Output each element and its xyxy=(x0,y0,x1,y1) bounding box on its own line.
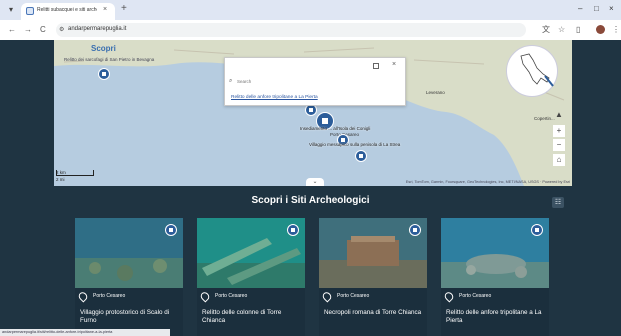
location-pin-icon xyxy=(76,290,90,303)
location-pin-icon xyxy=(198,290,212,303)
profile-icon[interactable] xyxy=(596,25,605,34)
scale-mi-label: 2 mi xyxy=(56,177,65,182)
maximize-button[interactable]: □ xyxy=(594,4,599,13)
site-type-icon xyxy=(287,224,299,236)
card-location: Porto Cesareo xyxy=(75,288,183,305)
card-location-text: Porto Cesareo xyxy=(215,293,248,299)
italy-outline-icon xyxy=(520,53,554,87)
map-pin[interactable] xyxy=(98,68,110,80)
tab-favicon-icon xyxy=(26,7,34,15)
expand-icon[interactable] xyxy=(373,63,379,69)
pin-label-insediamento: Insediamento ... all'Isola dei Conigli xyxy=(300,126,371,131)
section-title: Scopri i Siti Archeologici xyxy=(251,195,370,206)
card-location-text: Porto Cesareo xyxy=(459,293,492,299)
card-location: Porto Cesareo xyxy=(319,288,427,305)
pin-label-villaggio: Villaggio messapico sulla penisola di La… xyxy=(309,142,401,147)
map-scale-bar: 2 km 2 mi xyxy=(54,170,96,186)
card-location: Porto Cesareo xyxy=(197,288,305,305)
site-info-icon[interactable]: ⚙ xyxy=(59,26,64,33)
compass-icon[interactable]: ▲ xyxy=(553,109,565,121)
site-card[interactable]: Porto Cesareo Relitto delle colonne di T… xyxy=(197,218,305,336)
status-bar-url: andarpermarepuglia.it/siti/relitto-delle… xyxy=(0,329,170,336)
map-attribution: Esri, TomTom, Garmin, Foursquare, GeoTec… xyxy=(405,180,570,184)
search-result-link[interactable]: Relitto delle anfore tripolitane a La Pi… xyxy=(231,95,318,100)
site-type-icon xyxy=(165,224,177,236)
scale-line xyxy=(56,170,94,176)
site-type-icon xyxy=(531,224,543,236)
star-icon[interactable]: ☆ xyxy=(558,25,565,35)
browser-tab[interactable]: Relitti subacquei e siti archeologici × xyxy=(21,3,115,20)
overview-minimap[interactable] xyxy=(506,45,558,97)
minimize-button[interactable]: – xyxy=(578,4,582,13)
location-pin-icon xyxy=(442,290,456,303)
forward-button[interactable]: → xyxy=(24,25,32,35)
close-window-button[interactable]: × xyxy=(609,4,614,13)
map-title: Scopri xyxy=(91,44,116,53)
translate-icon[interactable]: 文 xyxy=(542,25,550,35)
site-type-icon xyxy=(409,224,421,236)
site-card[interactable]: Porto Cesareo Villaggio protostorico di … xyxy=(75,218,183,336)
address-bar-row: ← → C ⚙ andarpermarepuglia.it 文 ☆ ▯ ⋮ xyxy=(0,20,621,40)
url-field[interactable]: ⚙ andarpermarepuglia.it xyxy=(56,23,526,37)
chevron-down-icon[interactable]: ⌄ xyxy=(306,178,324,186)
tab-search-icon[interactable]: ▾ xyxy=(6,5,16,15)
grid-view-icon[interactable]: ☷ xyxy=(552,197,564,208)
map-subtitle: Relitto dei sarcofagi di San Pietro in B… xyxy=(64,57,155,62)
place-label-copertino: Copertin... xyxy=(534,116,555,121)
map-view[interactable]: Scopri Relitto dei sarcofagi di San Piet… xyxy=(54,40,572,186)
place-label-leverano: Leverano xyxy=(426,90,445,95)
site-card[interactable]: Porto Cesareo Relitto delle anfore tripo… xyxy=(441,218,549,336)
url-text: andarpermarepuglia.it xyxy=(68,26,127,32)
card-title: Necropoli romana di Torre Chianca xyxy=(319,305,427,336)
map-search-popup: × ⌕ Relitto delle anfore tripolitane a L… xyxy=(224,57,406,106)
back-button[interactable]: ← xyxy=(8,25,16,35)
home-button[interactable]: ⌂ xyxy=(553,154,565,166)
reload-button[interactable]: C xyxy=(40,25,46,35)
card-location-text: Porto Cesareo xyxy=(93,293,126,299)
map-search-input[interactable] xyxy=(237,78,387,85)
card-location: Porto Cesareo xyxy=(441,288,549,305)
zoom-in-button[interactable]: + xyxy=(553,125,565,137)
popup-close-icon[interactable]: × xyxy=(392,61,396,68)
search-icon: ⌕ xyxy=(229,78,233,84)
zoom-out-button[interactable]: − xyxy=(553,139,565,151)
new-tab-button[interactable]: + xyxy=(121,3,127,14)
menu-icon[interactable]: ⋮ xyxy=(612,25,620,35)
tab-title: Relitti subacquei e siti archeologici xyxy=(37,7,97,13)
card-title: Relitto delle colonne di Torre Chianca xyxy=(197,305,305,336)
card-title: Relitto delle anfore tripolitane a La Pi… xyxy=(441,305,549,336)
extensions-icon[interactable]: ▯ xyxy=(576,25,580,35)
map-pin[interactable] xyxy=(355,150,367,162)
card-location-text: Porto Cesareo xyxy=(337,293,370,299)
browser-tab-bar: ▾ Relitti subacquei e siti archeologici … xyxy=(0,0,621,20)
site-card[interactable]: Porto Cesareo Necropoli romana di Torre … xyxy=(319,218,427,336)
tab-close-icon[interactable]: × xyxy=(103,6,107,13)
location-pin-icon xyxy=(320,290,334,303)
